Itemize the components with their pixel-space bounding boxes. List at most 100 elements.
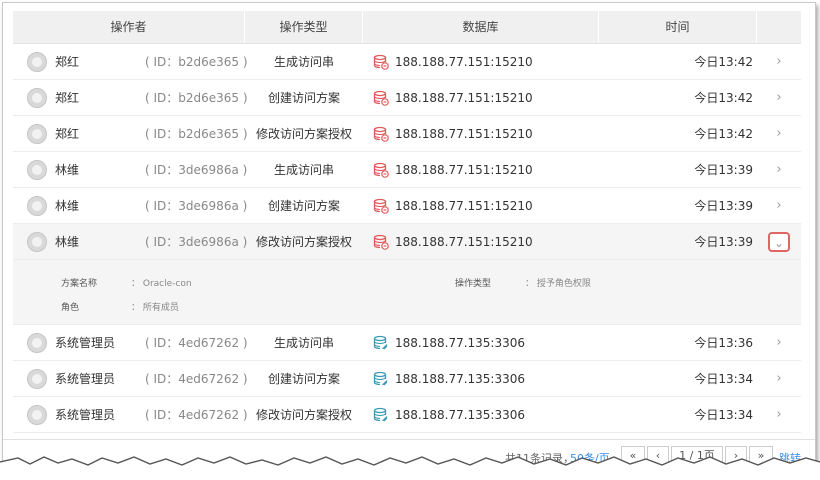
operation-type: 生成访问串 [273, 336, 334, 350]
detail-optype-label: 操作类型 [455, 279, 492, 289]
database-address: 188.188.77.151:15210 [395, 198, 533, 213]
avatar [27, 404, 47, 425]
expand-chevron-right-icon[interactable]: › [757, 90, 801, 105]
operator-name: 系统管理员 [55, 336, 116, 350]
operator-id: ( ID：3de6986a ) [145, 199, 248, 213]
operator-id: ( ID：3de6986a ) [145, 163, 248, 177]
operation-time: 今日13:42 [694, 127, 753, 141]
scheme-name-label: 方案名称 [61, 279, 98, 289]
operation-time: 今日13:34 [694, 408, 753, 422]
role-label: 角色 [61, 303, 80, 313]
expand-chevron-right-icon[interactable]: › [757, 198, 801, 213]
database-address: 188.188.77.135:3306 [395, 335, 526, 350]
table-row[interactable]: 系统管理员 ( ID：4ed67262 ) 修改访问方案授权 188.188.77.1… [13, 397, 801, 433]
avatar [27, 159, 47, 180]
operation-time: 今日13:34 [694, 372, 753, 386]
avatar [27, 231, 47, 252]
scheme-name-value: ： Oracle-con [131, 279, 192, 289]
collapse-chevron-down-icon[interactable]: ⌄ [768, 231, 790, 252]
operation-time: 今日13:42 [694, 91, 753, 105]
role-value: ： 所有成员 [131, 303, 179, 313]
operation-time: 今日13:39 [694, 163, 753, 177]
operator-name: 林维 [55, 163, 80, 177]
expand-chevron-right-icon[interactable]: › [757, 126, 801, 141]
operation-type: 修改访问方案授权 [255, 408, 352, 422]
expand-chevron-right-icon[interactable]: › [757, 407, 801, 422]
database-red-icon [373, 54, 389, 70]
table-row[interactable]: 郑红 ( ID：b2d6e365 ) 创建访问方案 188.188.77.151:15… [13, 80, 801, 116]
operation-time: 今日13:36 [694, 336, 753, 350]
operation-type: 生成访问串 [273, 55, 334, 69]
database-teal-icon [373, 335, 389, 351]
operation-time: 今日13:39 [694, 199, 753, 213]
database-cell: 188.188.77.151:15210 [363, 198, 599, 214]
database-red-icon [373, 234, 389, 250]
operator-name: 系统管理员 [55, 372, 116, 386]
expand-chevron-right-icon[interactable]: › [757, 162, 801, 177]
avatar [27, 51, 47, 72]
table-row[interactable]: 林维 ( ID：3de6986a ) 修改访问方案授权 188.188.77.151:… [13, 224, 801, 260]
operator-name: 郑红 [55, 91, 80, 105]
database-address: 188.188.77.151:15210 [395, 126, 533, 141]
operator-id: ( ID：4ed67262 ) [145, 372, 248, 386]
operator-name: 林维 [55, 235, 80, 249]
expand-chevron-right-icon[interactable]: › [757, 54, 801, 69]
database-cell: 188.188.77.151:15210 [363, 90, 599, 106]
table-header: 操作者 操作类型 数据库 时间 [13, 11, 801, 44]
database-cell: 188.188.77.151:15210 [363, 126, 599, 142]
operation-type: 创建访问方案 [267, 199, 340, 213]
operation-type: 修改访问方案授权 [255, 235, 352, 249]
table-row[interactable]: 郑红 ( ID：b2d6e365 ) 修改访问方案授权 188.188.77.151:… [13, 116, 801, 152]
header-time: 时间 [599, 11, 757, 43]
table-row[interactable]: 系统管理员 ( ID：4ed67262 ) 生成访问串 188.188.77.135:… [13, 325, 801, 361]
operation-type: 创建访问方案 [267, 91, 340, 105]
operator-id: ( ID：4ed67262 ) [145, 408, 248, 422]
row-detail-panel: 方案名称 ： Oracle-con 角色 ： 所有成员 操作类型 ： 授予角色权限 [13, 260, 801, 325]
database-address: 188.188.77.151:15210 [395, 162, 533, 177]
header-operator: 操作者 [13, 11, 245, 43]
operation-time: 今日13:42 [694, 55, 753, 69]
operator-id: ( ID：4ed67262 ) [145, 336, 248, 350]
table-row[interactable]: 林维 ( ID：3de6986a ) 生成访问串 188.188.77.151:152… [13, 152, 801, 188]
torn-edge-decoration [0, 456, 820, 480]
operation-type: 创建访问方案 [267, 372, 340, 386]
table-row[interactable]: 郑红 ( ID：b2d6e365 ) 生成访问串 188.188.77.151:152… [13, 44, 801, 80]
header-action [757, 11, 801, 43]
database-cell: 188.188.77.151:15210 [363, 162, 599, 178]
database-cell: 188.188.77.135:3306 [363, 371, 599, 387]
operation-log-window: 操作者 操作类型 数据库 时间 郑红 ( ID：b2d6e365 ) 生成访问串 18… [2, 2, 816, 474]
database-cell: 188.188.77.135:3306 [363, 335, 599, 351]
operation-time: 今日13:39 [694, 235, 753, 249]
database-red-icon [373, 126, 389, 142]
expand-chevron-right-icon[interactable]: › [757, 335, 801, 350]
database-address: 188.188.77.151:15210 [395, 90, 533, 105]
database-cell: 188.188.77.151:15210 [363, 54, 599, 70]
operator-name: 系统管理员 [55, 408, 116, 422]
operator-id: ( ID：b2d6e365 ) [145, 127, 248, 141]
avatar [27, 123, 47, 144]
operation-type: 生成访问串 [273, 163, 334, 177]
operation-log-table: 操作者 操作类型 数据库 时间 郑红 ( ID：b2d6e365 ) 生成访问串 18… [13, 11, 801, 433]
row-action: ⌄ [757, 231, 801, 252]
expand-chevron-right-icon[interactable]: › [757, 371, 801, 386]
database-red-icon [373, 90, 389, 106]
header-op-type: 操作类型 [245, 11, 363, 43]
detail-optype-value: ： 授予角色权限 [525, 279, 591, 289]
database-red-icon [373, 198, 389, 214]
database-teal-icon [373, 371, 389, 387]
avatar [27, 332, 47, 353]
database-address: 188.188.77.135:3306 [395, 371, 526, 386]
operator-name: 林维 [55, 199, 80, 213]
table-row[interactable]: 系统管理员 ( ID：4ed67262 ) 创建访问方案 188.188.77.135… [13, 361, 801, 397]
avatar [27, 195, 47, 216]
header-database: 数据库 [363, 11, 599, 43]
avatar [27, 87, 47, 108]
table-body: 郑红 ( ID：b2d6e365 ) 生成访问串 188.188.77.151:152… [13, 44, 801, 433]
operator-id: ( ID：b2d6e365 ) [145, 91, 248, 105]
database-red-icon [373, 162, 389, 178]
database-address: 188.188.77.151:15210 [395, 234, 533, 249]
database-address: 188.188.77.135:3306 [395, 407, 526, 422]
avatar [27, 368, 47, 389]
table-row[interactable]: 林维 ( ID：3de6986a ) 创建访问方案 188.188.77.151:15… [13, 188, 801, 224]
database-cell: 188.188.77.151:15210 [363, 234, 599, 250]
